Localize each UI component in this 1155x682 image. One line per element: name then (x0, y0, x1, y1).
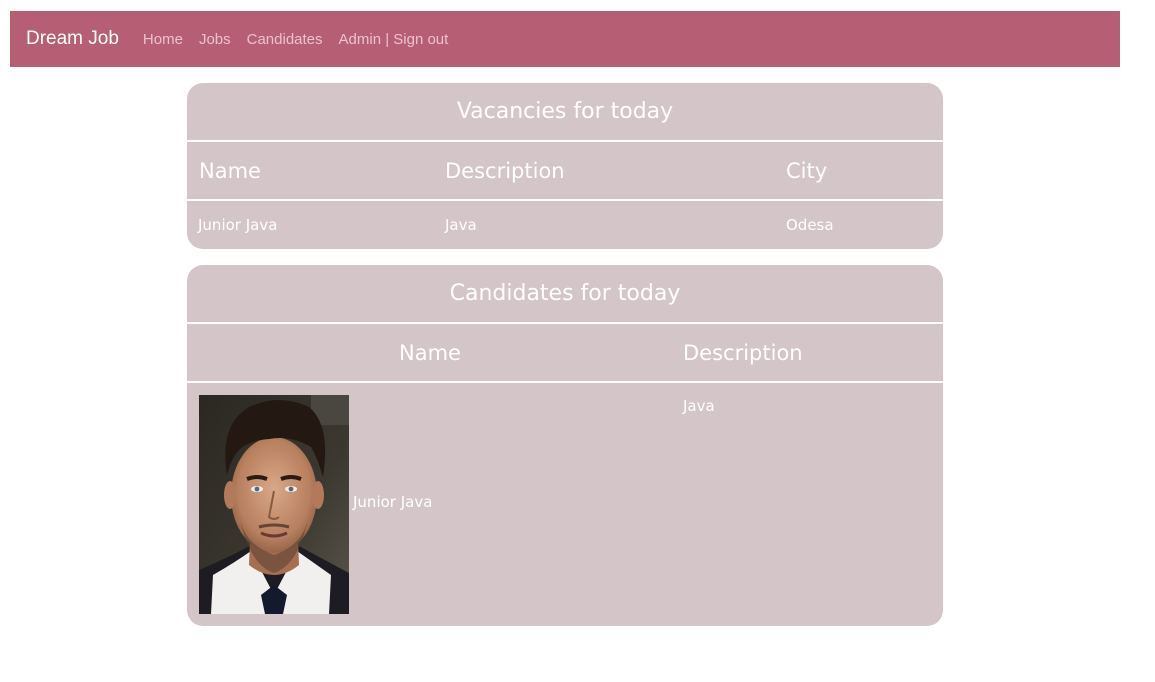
vacancies-col-description: Description (445, 158, 565, 183)
candidate-name: Junior Java (353, 493, 433, 511)
vacancies-title: Vacancies for today (187, 83, 943, 142)
brand-link[interactable]: Dream Job (26, 28, 119, 50)
vacancy-description: Java (445, 216, 477, 234)
nav-jobs-link[interactable]: Jobs (199, 31, 231, 48)
candidates-col-description: Description (683, 340, 803, 365)
candidates-col-name: Name (399, 340, 461, 365)
candidates-title: Candidates for today (187, 265, 943, 324)
candidate-photo (199, 395, 349, 614)
vacancy-row: Junior Java Java Odesa (187, 201, 943, 249)
vacancies-col-city: City (786, 158, 828, 183)
candidates-card: Candidates for today Name Description Ju… (187, 265, 943, 626)
nav-admin-signout-link[interactable]: Admin | Sign out (339, 31, 449, 48)
candidate-row: Junior Java Java (187, 383, 943, 626)
vacancies-header-row: Name Description City (187, 142, 943, 201)
vacancy-name: Junior Java (198, 216, 278, 234)
nav-home-link[interactable]: Home (143, 31, 183, 48)
navbar: Dream Job Home Jobs Candidates Admin | S… (10, 11, 1120, 67)
vacancies-col-name: Name (199, 158, 261, 183)
vacancy-city: Odesa (786, 216, 834, 234)
vacancies-card: Vacancies for today Name Description Cit… (187, 83, 943, 249)
candidate-description: Java (683, 397, 715, 415)
nav-candidates-link[interactable]: Candidates (247, 31, 323, 48)
candidates-header-row: Name Description (187, 324, 943, 383)
nav-links: Home Jobs Candidates Admin | Sign out (143, 31, 448, 48)
